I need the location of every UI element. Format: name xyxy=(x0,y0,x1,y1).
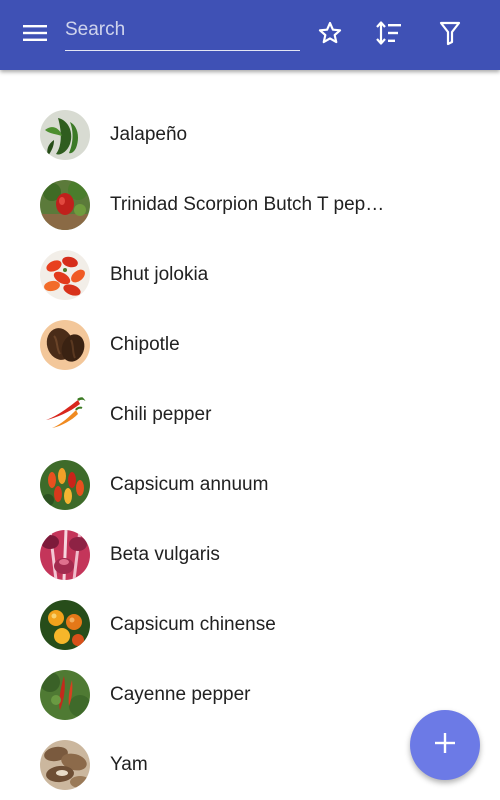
search-field xyxy=(65,14,300,51)
beta-vulgaris-thumbnail xyxy=(40,530,90,580)
add-button[interactable] xyxy=(410,710,480,780)
cayenne-pepper-thumbnail xyxy=(40,670,90,720)
item-list: Jalapeño Trinidad Scorpion Butch T peppe… xyxy=(0,100,500,800)
item-label: Bhut jolokia xyxy=(110,264,209,285)
list-item[interactable]: Chili pepper xyxy=(0,380,500,450)
filter-button[interactable] xyxy=(432,17,468,53)
sort-button[interactable] xyxy=(371,17,407,53)
item-label: Beta vulgaris xyxy=(110,544,220,565)
item-label: Trinidad Scorpion Butch T pepper xyxy=(110,194,385,215)
app-toolbar xyxy=(0,0,500,70)
menu-button[interactable] xyxy=(19,21,51,49)
list-item[interactable]: Jalapeño xyxy=(0,100,500,170)
list-item[interactable]: Bhut jolokia xyxy=(0,240,500,310)
plus-icon xyxy=(434,732,456,759)
list-item[interactable]: Beta vulgaris xyxy=(0,520,500,590)
list-item[interactable]: Trinidad Scorpion Butch T pepper xyxy=(0,170,500,240)
item-label: Yam xyxy=(110,754,148,775)
item-label: Capsicum chinense xyxy=(110,614,276,635)
sort-icon xyxy=(375,20,403,51)
chipotle-thumbnail xyxy=(40,320,90,370)
yam-thumbnail xyxy=(40,740,90,790)
item-label: Jalapeño xyxy=(110,124,188,145)
favorites-button[interactable] xyxy=(312,17,348,53)
filter-icon xyxy=(439,20,461,51)
item-label: Chili pepper xyxy=(110,404,212,425)
capsicum-chinense-thumbnail xyxy=(40,600,90,650)
jalapeno-thumbnail xyxy=(40,110,90,160)
item-label: Capsicum annuum xyxy=(110,474,269,495)
star-outline-icon xyxy=(317,20,343,51)
item-label: Chipotle xyxy=(110,334,180,355)
search-input[interactable] xyxy=(65,14,300,46)
item-label: Cayenne pepper xyxy=(110,684,251,705)
list-item[interactable]: Capsicum chinense xyxy=(0,590,500,660)
hamburger-menu-icon xyxy=(23,24,47,47)
scorpion-pepper-thumbnail xyxy=(40,180,90,230)
capsicum-annuum-thumbnail xyxy=(40,460,90,510)
chili-pepper-thumbnail xyxy=(40,390,90,440)
list-item[interactable]: Capsicum annuum xyxy=(0,450,500,520)
bhut-jolokia-thumbnail xyxy=(40,250,90,300)
list-item[interactable]: Chipotle xyxy=(0,310,500,380)
